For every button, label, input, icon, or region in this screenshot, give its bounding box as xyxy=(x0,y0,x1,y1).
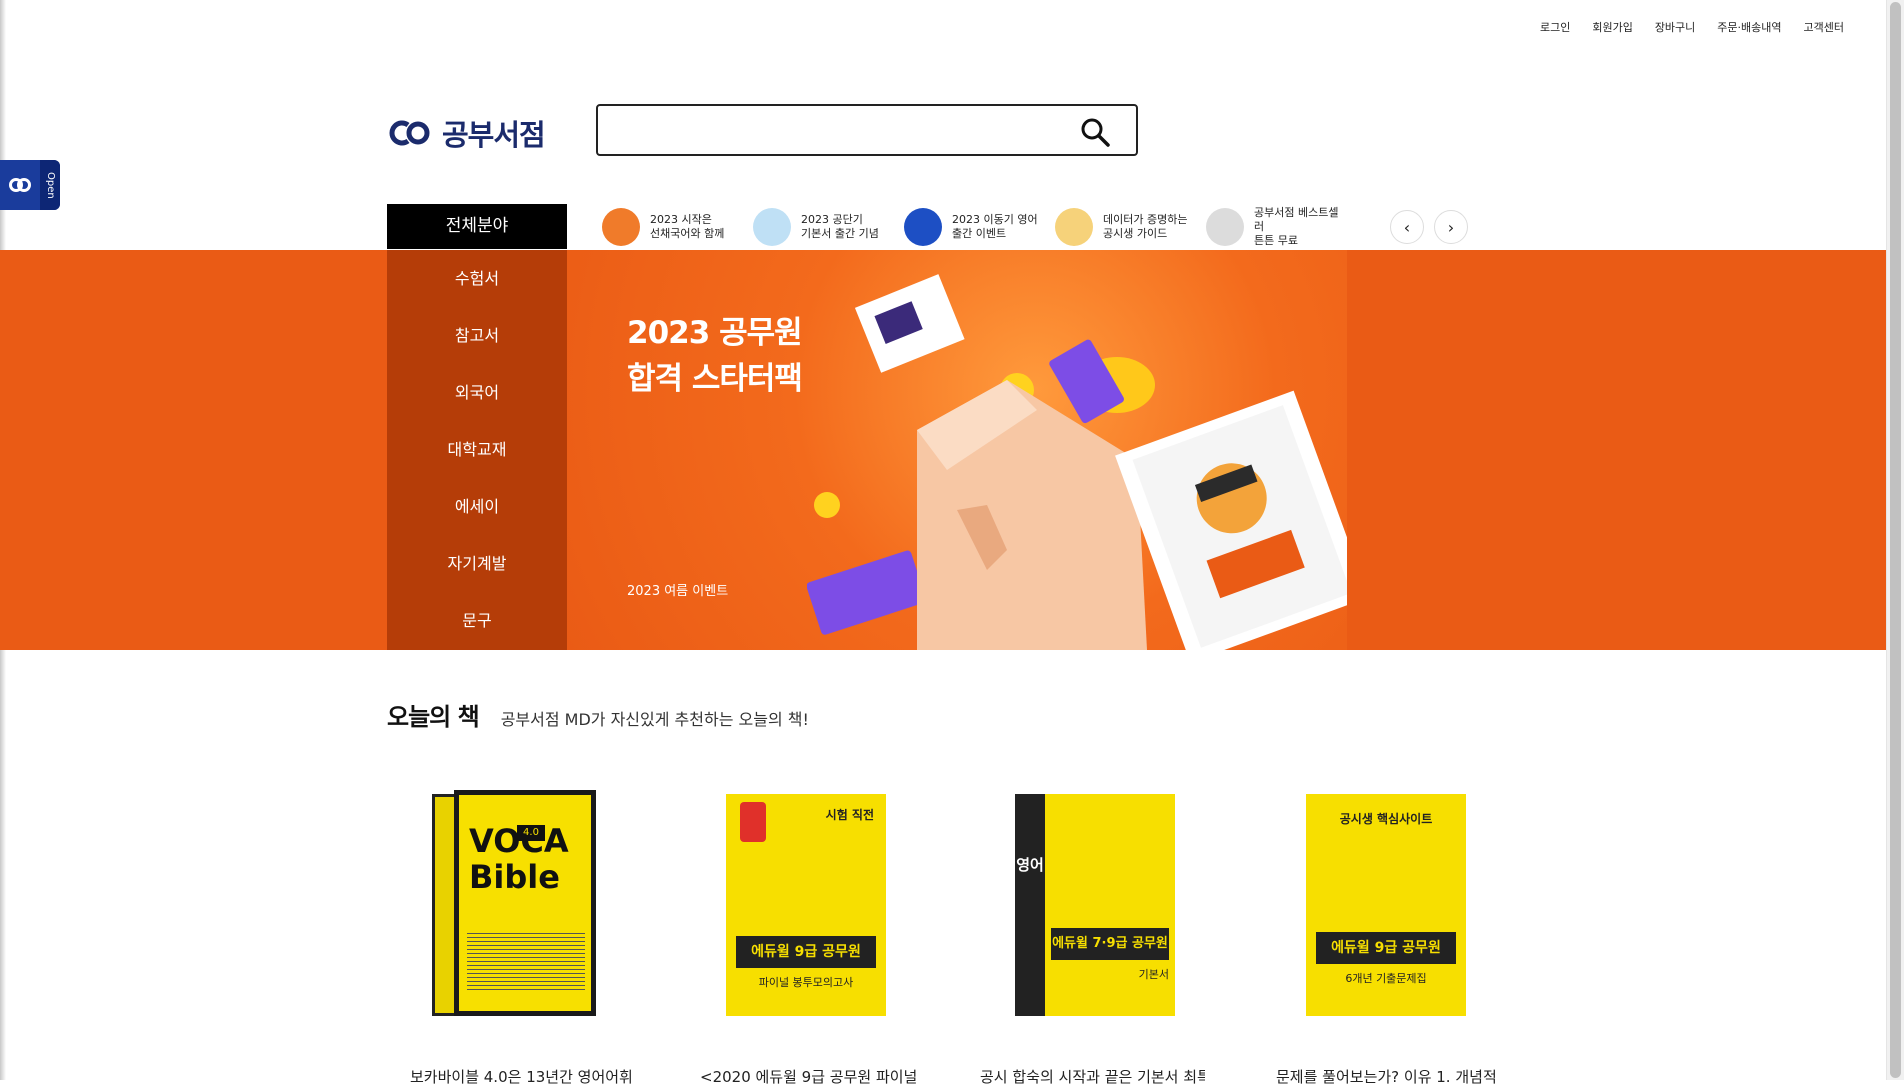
promo-line1: 공부서점 베스트셀러 xyxy=(1254,206,1339,233)
promo-line1: 2023 이동기 영어 xyxy=(952,213,1038,226)
search-icon[interactable] xyxy=(1080,117,1110,147)
promo-item[interactable]: 2023 공단기 기본서 출간 기념 xyxy=(753,206,890,248)
promo-line1: 데이터가 증명하는 xyxy=(1103,213,1188,226)
cover-tag: 시험 직전 xyxy=(825,808,874,822)
promo-next-button[interactable]: › xyxy=(1434,210,1468,244)
book-title[interactable]: 문제를 풀어보는가? 이유 1. 개념적 xyxy=(1276,1066,1501,1087)
chevron-right-icon: › xyxy=(1447,217,1455,237)
award-badge-icon xyxy=(740,802,766,842)
promo-line2: 선채국어와 함께 xyxy=(650,227,725,240)
section-subtitle: 공부서점 MD가 자신있게 추천하는 오늘의 책! xyxy=(500,710,809,729)
category-item-self-help[interactable]: 자기계발 xyxy=(387,535,567,592)
cover-subtext: 기본서 xyxy=(1138,968,1169,981)
percent-icon xyxy=(1206,208,1244,246)
promo-prev-button[interactable]: ‹ xyxy=(1390,210,1424,244)
book-front: 에듀윌 7·9급 공무원 기본서 xyxy=(1045,794,1175,1016)
orders-link[interactable]: 주문·배송내역 xyxy=(1717,19,1781,35)
section-title: 오늘의 책 xyxy=(387,703,480,731)
chevron-left-icon: ‹ xyxy=(1403,217,1411,237)
open-label: Open xyxy=(40,160,60,210)
promo-row: 2023 시작은 선채국어와 함께 2023 공단기 기본서 출간 기념 2023 … xyxy=(602,206,1343,248)
category-item-stationery[interactable]: 문구 xyxy=(387,592,567,649)
book-cover[interactable]: VOCA Bible 4.0 xyxy=(432,790,602,1020)
all-categories-button[interactable]: 전체분야 xyxy=(387,204,567,249)
book-front: 공시생 핵심사이트 에듀윌 9급 공무원 6개년 기출문제집 xyxy=(1306,794,1466,1016)
promo-line2: 출간 이벤트 xyxy=(952,227,1007,240)
banner-title: 2023 공무원 합격 스타터팩 xyxy=(627,310,803,402)
category-menu: 수험서 참고서 외국어 대학교재 에세이 자기계발 문구 xyxy=(387,250,567,650)
search-input[interactable] xyxy=(612,106,1076,156)
top-nav: 로그인 회원가입 장바구니 주문·배송내역 고객센터 xyxy=(1540,19,1844,35)
promo-item[interactable]: 공부서점 베스트셀러 튼튼 무료 xyxy=(1206,206,1343,248)
book-title[interactable]: <2020 에듀윌 9급 공무원 파이널 xyxy=(700,1066,925,1087)
brand-mark-icon xyxy=(389,120,430,146)
side-open-tab[interactable]: Open xyxy=(0,160,60,210)
promo-item[interactable]: 2023 이동기 영어 출간 이벤트 xyxy=(904,206,1041,248)
folder-icon xyxy=(1055,208,1093,246)
banner-illustration xyxy=(807,274,1347,650)
book-cover[interactable]: 공시생 핵심사이트 에듀윌 9급 공무원 6개년 기출문제집 xyxy=(1306,790,1476,1020)
promo-line1: 2023 시작은 xyxy=(650,213,712,226)
book-cover[interactable]: 영어 에듀윌 7·9급 공무원 기본서 xyxy=(1015,790,1185,1020)
cover-text: 에듀윌 7·9급 공무원 xyxy=(1051,928,1169,960)
signup-link[interactable]: 회원가입 xyxy=(1592,19,1632,35)
book-title[interactable]: 보카바이블 4.0은 13년간 영어어휘 xyxy=(410,1066,635,1087)
category-item-university[interactable]: 대학교재 xyxy=(387,421,567,478)
book-front: VOCA Bible 4.0 xyxy=(454,790,596,1016)
cart-link[interactable]: 장바구니 xyxy=(1655,19,1695,35)
book-cover[interactable]: 시험 직전 에듀윌 9급 공무원 파이널 봉투모의고사 xyxy=(726,790,896,1020)
promo-line1: 2023 공단기 xyxy=(801,213,863,226)
category-item-essay[interactable]: 에세이 xyxy=(387,478,567,535)
site-logo[interactable]: 공부서점 xyxy=(388,112,546,154)
cover-tag: 4.0 xyxy=(517,825,545,841)
page-scrollbar[interactable] xyxy=(1886,0,1904,1080)
promo-item[interactable]: 데이터가 증명하는 공시생 가이드 xyxy=(1055,206,1192,248)
category-item-reference[interactable]: 참고서 xyxy=(387,307,567,364)
book-front: 시험 직전 에듀윌 9급 공무원 파이널 봉투모의고사 xyxy=(726,794,886,1016)
promo-line2: 기본서 출간 기념 xyxy=(801,227,879,240)
cover-text: 에듀윌 9급 공무원 xyxy=(1316,932,1456,964)
cover-tag: 공시생 핵심사이트 xyxy=(1339,812,1433,826)
cover-text: 에듀윌 9급 공무원 xyxy=(736,936,876,968)
banner-title-line2: 합격 스타터팩 xyxy=(627,361,803,397)
book-title[interactable]: 공시 합숙의 시작과 끝은 기본서 최특 xyxy=(980,1066,1205,1087)
promo-line2: 튼튼 무료 xyxy=(1254,234,1298,247)
login-link[interactable]: 로그인 xyxy=(1540,19,1570,35)
cover-tag: 영어 xyxy=(1016,856,1044,874)
customer-center-link[interactable]: 고객센터 xyxy=(1804,19,1844,35)
banner-subtitle: 2023 여름 이벤트 xyxy=(627,584,729,599)
banner-title-line1: 2023 공무원 xyxy=(627,315,803,351)
gift-icon xyxy=(753,208,791,246)
logo-text: 공부서점 xyxy=(442,118,546,152)
search-box xyxy=(596,104,1138,156)
brand-mark-icon xyxy=(9,178,31,192)
scrollbar-thumb[interactable] xyxy=(1890,2,1901,1078)
category-item-exam[interactable]: 수험서 xyxy=(387,250,567,307)
category-item-foreign-language[interactable]: 외국어 xyxy=(387,364,567,421)
promo-item[interactable]: 2023 시작은 선채국어와 함께 xyxy=(602,206,739,248)
todays-books-header: 오늘의 책 공부서점 MD가 자신있게 추천하는 오늘의 책! xyxy=(387,697,809,732)
promo-line2: 공시생 가이드 xyxy=(1103,227,1168,240)
cover-subtext: 파이널 봉투모의고사 xyxy=(758,976,854,989)
cover-text-block xyxy=(467,930,585,990)
cover-subtext: 6개년 기출문제집 xyxy=(1345,972,1427,985)
hero-banner[interactable]: 2023 공무원 합격 스타터팩 2023 여름 이벤트 xyxy=(567,250,1347,650)
books-icon xyxy=(904,208,942,246)
fox-icon xyxy=(602,208,640,246)
book-spine: 영어 xyxy=(1015,794,1045,1016)
